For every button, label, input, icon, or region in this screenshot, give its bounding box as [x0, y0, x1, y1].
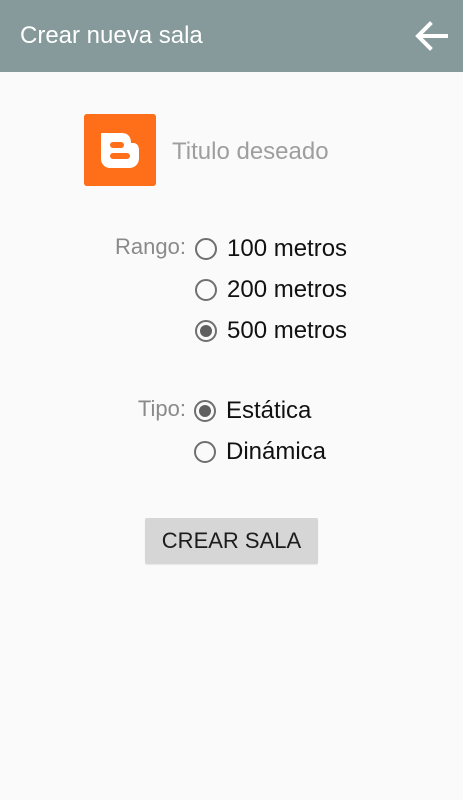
app-bar: Crear nueva sala: [0, 0, 463, 72]
create-room-button[interactable]: CREAR SALA: [145, 518, 318, 564]
type-label: Tipo:: [137, 396, 186, 421]
radio-label: 200 metros: [227, 276, 348, 303]
title-input[interactable]: [170, 135, 424, 169]
radio-button-icon[interactable]: [195, 238, 217, 260]
radio-range-500[interactable]: 500 metros: [195, 314, 347, 348]
radio-dot: [199, 405, 211, 417]
radio-button-icon[interactable]: [194, 441, 216, 463]
radio-label: 100 metros: [227, 235, 348, 262]
radio-dot: [200, 325, 212, 337]
radio-range-200[interactable]: 200 metros: [195, 273, 347, 307]
radio-label: 500 metros: [227, 317, 348, 344]
blogger-icon: [84, 114, 156, 186]
radio-type-static[interactable]: Estática: [194, 394, 311, 428]
radio-button-selected-icon[interactable]: [194, 400, 216, 422]
radio-button-selected-icon[interactable]: [195, 320, 217, 342]
create-room-screen: Crear nueva sala Rango: 100 metros 200 m…: [0, 0, 463, 800]
radio-label: Dinámica: [226, 438, 327, 465]
page-title: Crear nueva sala: [20, 22, 203, 49]
arrow-left-icon: [415, 21, 448, 51]
radio-range-100[interactable]: 100 metros: [195, 232, 347, 266]
radio-label: Estática: [226, 397, 312, 424]
back-button[interactable]: [409, 14, 455, 58]
radio-type-dynamic[interactable]: Dinámica: [194, 435, 326, 469]
radio-button-icon[interactable]: [195, 279, 217, 301]
range-label: Rango:: [115, 234, 186, 259]
